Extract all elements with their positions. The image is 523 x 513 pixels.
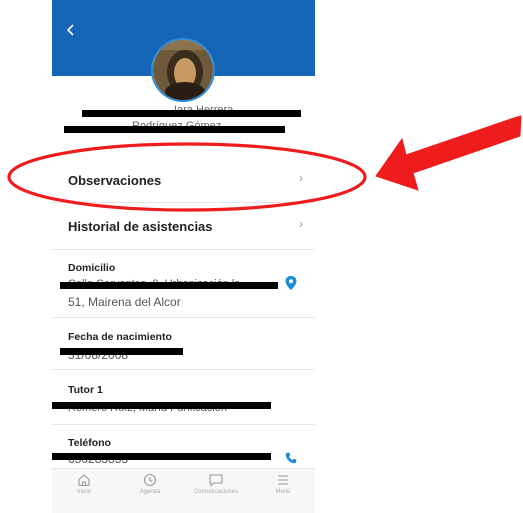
chevron-left-icon (66, 24, 74, 36)
nav-agenda[interactable]: Agenda (118, 473, 182, 495)
redaction-bar (60, 348, 183, 355)
clock-icon (143, 473, 157, 487)
redaction-bar (52, 453, 271, 460)
phone-icon[interactable] (285, 452, 297, 464)
nav-comunicaciones[interactable]: Comunicaciones (184, 473, 248, 495)
bottom-nav: Inicio Agenda Comunicaciones Menú (52, 468, 315, 513)
observaciones-row[interactable]: Observaciones › (52, 155, 315, 203)
menu-icon (278, 475, 288, 485)
chat-icon (209, 474, 223, 487)
redaction-bar (64, 126, 285, 133)
telefono-field: Teléfono 650283333 (52, 425, 315, 468)
fecha-nacimiento-field: Fecha de nacimiento 31/08/2008 (52, 318, 315, 370)
tutor-label: Tutor 1 (68, 384, 103, 396)
redaction-bar (60, 282, 278, 289)
observaciones-label: Observaciones (68, 173, 162, 188)
avatar (151, 38, 215, 102)
redaction-bar (82, 110, 301, 117)
nav-inicio[interactable]: Inicio (52, 473, 116, 495)
avatar-image (153, 40, 213, 100)
domicilio-value-line2: 51, Mairena del Alcor (68, 295, 181, 309)
telefono-label: Teléfono (68, 437, 111, 449)
home-icon (78, 474, 90, 487)
nav-menu-label: Menú (275, 489, 291, 495)
nav-inicio-label: Inicio (76, 489, 91, 495)
nav-menu[interactable]: Menú (251, 473, 315, 495)
chevron-right-icon: › (299, 217, 303, 231)
nav-comunicaciones-label: Comunicaciones (193, 489, 239, 495)
location-pin-icon[interactable] (285, 276, 297, 290)
redaction-bar (52, 402, 271, 409)
back-button[interactable] (65, 22, 85, 42)
fecha-nacimiento-label: Fecha de nacimiento (68, 331, 172, 343)
tutor-field: Tutor 1 Romero Ruíz, María Purificación (52, 370, 315, 425)
domicilio-label: Domicilio (68, 262, 116, 274)
historial-row[interactable]: Historial de asistencias › (52, 203, 315, 250)
chevron-right-icon: › (299, 171, 303, 185)
nav-agenda-label: Agenda (139, 489, 161, 495)
pointer-arrow (375, 115, 522, 191)
phone-screen: Iara Herrera Rodríguez Gómez Observacion… (52, 0, 315, 513)
historial-label: Historial de asistencias (68, 219, 213, 234)
